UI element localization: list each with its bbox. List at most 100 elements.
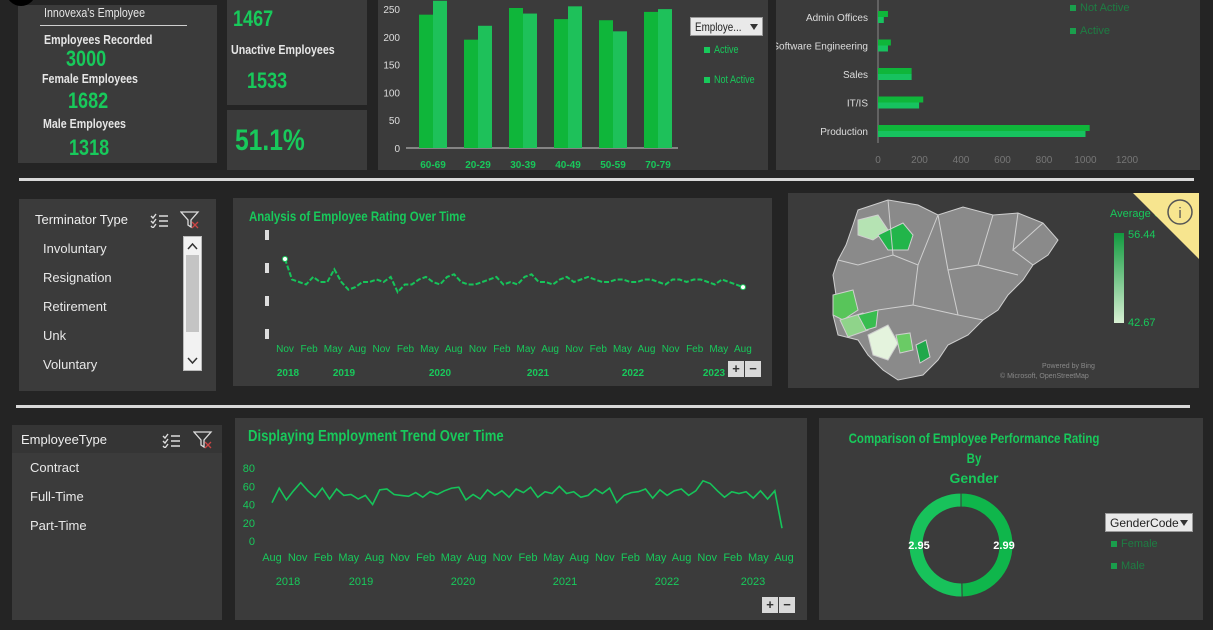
legend-item-active[interactable]: Active bbox=[1070, 25, 1110, 37]
scroll-down-icon[interactable] bbox=[184, 354, 201, 368]
divider-top bbox=[19, 178, 1194, 181]
x-tick-label: Nov bbox=[697, 552, 717, 564]
x-tick-label: 400 bbox=[953, 155, 970, 166]
bar-active bbox=[878, 131, 1086, 137]
legend-label: Active bbox=[1080, 25, 1110, 37]
expand-button[interactable]: + bbox=[728, 361, 744, 377]
x-tick-label: Aug bbox=[569, 552, 589, 564]
trend-chart-panel: Displaying Employment Trend Over Time 80… bbox=[235, 418, 807, 620]
x-tick-label: 20-29 bbox=[465, 160, 491, 170]
bar-active bbox=[464, 39, 478, 148]
x-tick-label: May bbox=[420, 344, 439, 355]
trend-series-line bbox=[271, 479, 783, 529]
unactive-employees-value: 1533 bbox=[247, 68, 288, 93]
legend-item-active[interactable]: Active bbox=[704, 44, 744, 56]
multi-select-icon[interactable] bbox=[161, 432, 181, 448]
slicer-item-voluntary[interactable]: Voluntary bbox=[43, 357, 97, 372]
info-icon[interactable]: i bbox=[1133, 193, 1199, 259]
bar-active bbox=[599, 20, 613, 148]
slicer-item-unk[interactable]: Unk bbox=[43, 328, 66, 343]
series-start-point bbox=[282, 256, 288, 263]
donut-label-male: 2.99 bbox=[993, 540, 1014, 552]
y-tick-marker bbox=[265, 296, 269, 306]
slicer-scrollbar[interactable] bbox=[183, 236, 202, 371]
y-tick-label: 250 bbox=[383, 5, 400, 16]
x-tick-label: May bbox=[646, 552, 667, 564]
x-tick-label: 200 bbox=[911, 155, 928, 166]
multi-select-icon[interactable] bbox=[149, 212, 169, 228]
slicer-item-part-time[interactable]: Part-Time bbox=[30, 518, 87, 533]
x-year-label: 2019 bbox=[349, 576, 373, 588]
slicer-item-resignation[interactable]: Resignation bbox=[43, 270, 112, 285]
kpi-panel-employees: Innovexa's Employee Employees Recorded 3… bbox=[18, 5, 217, 163]
x-year-label: 2018 bbox=[276, 576, 300, 588]
slicer-item-full-time[interactable]: Full-Time bbox=[30, 489, 84, 504]
chevron-down-icon bbox=[1180, 520, 1188, 526]
scroll-up-icon[interactable] bbox=[184, 239, 201, 253]
legend-item-male[interactable]: Male bbox=[1111, 560, 1145, 572]
slicer-title: Terminator Type bbox=[35, 212, 128, 227]
collapse-button[interactable]: − bbox=[745, 361, 761, 377]
slicer-item-retirement[interactable]: Retirement bbox=[43, 299, 107, 314]
x-tick-label: Aug bbox=[348, 344, 366, 355]
y-tick-label: 60 bbox=[243, 481, 255, 493]
legend-swatch bbox=[1111, 541, 1117, 547]
legend-label: Active bbox=[714, 44, 739, 56]
legend-swatch bbox=[704, 47, 710, 53]
scroll-thumb[interactable] bbox=[186, 255, 199, 332]
female-employees-value: 1682 bbox=[68, 88, 109, 113]
y-tick-label: Sales bbox=[843, 70, 868, 81]
unactive-employees-label: Unactive Employees bbox=[231, 42, 335, 57]
x-tick-label: Nov bbox=[390, 552, 410, 564]
kpi-panel-active: 1467 Unactive Employees 1533 bbox=[227, 0, 367, 105]
clear-filter-icon[interactable] bbox=[180, 211, 200, 229]
x-tick-label: 30-39 bbox=[510, 160, 536, 170]
employee-type-slicer: EmployeeType Contract Full-Time Part-Tim… bbox=[12, 425, 222, 620]
nigeria-map[interactable] bbox=[818, 195, 1078, 385]
legend-label: Not Active bbox=[1080, 2, 1130, 14]
series-end-point bbox=[740, 284, 746, 291]
rating-series-line bbox=[284, 258, 744, 294]
bar-active bbox=[419, 14, 433, 148]
x-tick-label: Nov bbox=[493, 552, 513, 564]
employee-status-dropdown[interactable]: Employe... bbox=[690, 17, 763, 36]
slicer-item-contract[interactable]: Contract bbox=[30, 460, 79, 475]
y-tick-label: 80 bbox=[243, 463, 255, 475]
x-year-label: 2023 bbox=[703, 368, 726, 379]
x-tick-label: May bbox=[748, 552, 769, 564]
x-year-label: 2020 bbox=[429, 368, 452, 379]
clear-filter-icon[interactable] bbox=[193, 431, 213, 449]
x-tick-label: 1000 bbox=[1074, 155, 1097, 166]
x-tick-label: Aug bbox=[445, 344, 463, 355]
bar-not-active bbox=[878, 96, 924, 103]
bar-not-active bbox=[523, 13, 537, 148]
legend-item-female[interactable]: Female bbox=[1111, 538, 1158, 550]
bar-active bbox=[878, 45, 888, 52]
bar-not-active bbox=[568, 6, 582, 149]
legend-item-not-active[interactable]: Not Active bbox=[1070, 2, 1130, 14]
bar-active bbox=[878, 17, 884, 23]
bar-active bbox=[509, 8, 523, 148]
y-tick-label: Admin Offices bbox=[806, 13, 868, 24]
active-employees-value: 1467 bbox=[233, 6, 274, 31]
slicer-item-involuntary[interactable]: Involuntary bbox=[43, 241, 107, 256]
x-year-label: 2020 bbox=[451, 576, 475, 588]
x-tick-label: Aug bbox=[672, 552, 692, 564]
x-tick-label: 800 bbox=[1036, 155, 1053, 166]
map-color-scale bbox=[1114, 233, 1124, 323]
title-underline bbox=[40, 25, 187, 26]
expand-button[interactable]: + bbox=[762, 597, 778, 613]
x-tick-label: Nov bbox=[595, 552, 615, 564]
x-tick-label: Aug bbox=[638, 344, 656, 355]
x-tick-label: Feb bbox=[621, 552, 640, 564]
bar-active bbox=[878, 102, 920, 109]
female-employees-label: Female Employees bbox=[42, 71, 138, 86]
gender-code-dropdown[interactable]: GenderCode bbox=[1105, 513, 1193, 532]
gender-code-dropdown-label: GenderCode bbox=[1110, 516, 1179, 530]
bar-not-active bbox=[878, 39, 891, 46]
info-icon-glyph: i bbox=[1178, 205, 1181, 222]
collapse-button[interactable]: − bbox=[779, 597, 795, 613]
chevron-down-icon bbox=[750, 24, 758, 30]
y-tick-label: 0 bbox=[249, 536, 255, 548]
legend-item-not-active[interactable]: Not Active bbox=[704, 74, 764, 86]
